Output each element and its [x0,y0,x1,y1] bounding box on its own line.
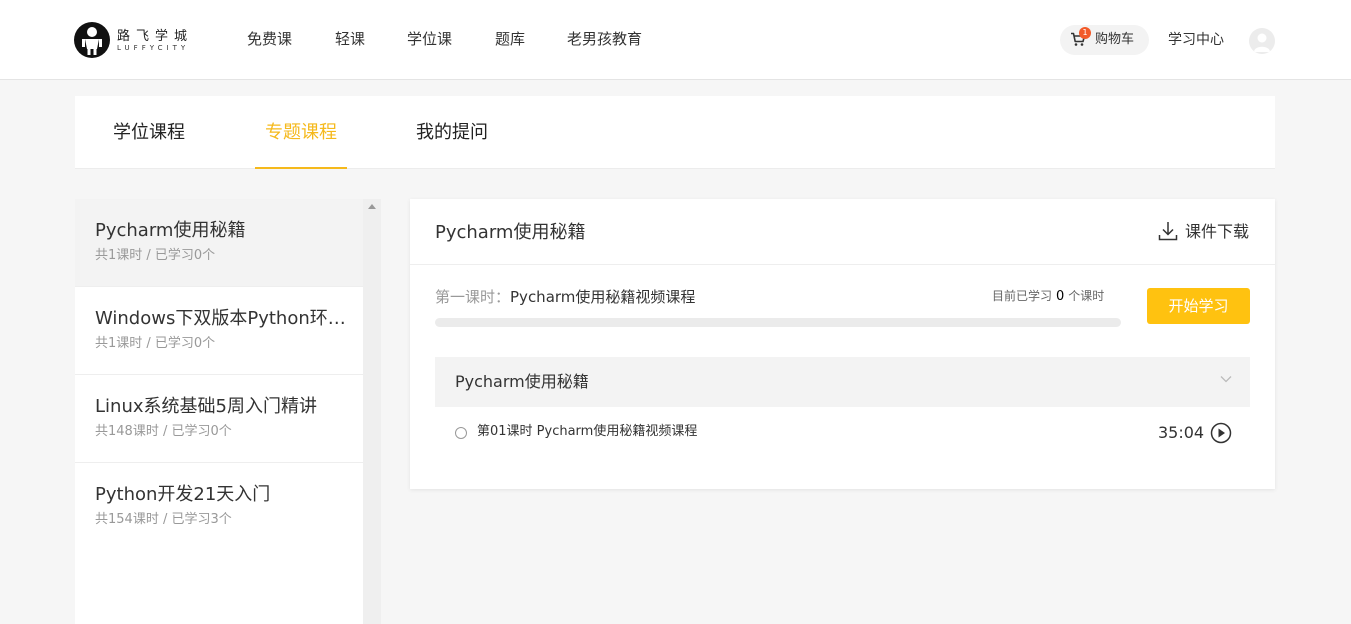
tab-my-questions[interactable]: 我的提问 [416,96,488,169]
course-type-tabs: 学位课程 专题课程 我的提问 [75,96,1275,169]
lesson-duration: 35:04 [1158,423,1205,442]
progress-bar [435,318,1121,327]
user-avatar-icon[interactable] [1249,28,1275,54]
course-meta: 共148课时 / 已学习0个 [95,424,232,439]
active-tab-underline [255,167,347,169]
course-title: Pycharm使用秘籍 [95,220,246,241]
nav-oldboy-education[interactable]: 老男孩教育 [567,29,642,49]
scroll-up-arrow-icon[interactable] [368,204,376,209]
tab-degree-courses[interactable]: 学位课程 [113,96,185,169]
top-header: 路飞学城 LUFFYCITY 免费课 轻课 学位课 题库 老男孩教育 1 购物车… [0,0,1351,80]
nav-free-courses[interactable]: 免费课 [247,29,292,49]
chapter-title: Pycharm使用秘籍 [455,372,589,391]
progress-label-after: 个课时 [1068,289,1105,303]
course-title: Windows下双版本Python环境安装 [95,308,347,329]
cart-label: 购物车 [1095,32,1135,47]
cart-count-badge: 1 [1079,27,1091,39]
luffy-logo-icon [74,22,110,58]
course-list-item[interactable]: Pycharm使用秘籍 共1课时 / 已学习0个 [75,199,363,287]
course-list-item[interactable]: Python开发21天入门 共154课时 / 已学习3个 [75,463,363,551]
current-lesson-prefix: 第一课时： [435,288,511,306]
current-lesson: 第一课时：Pycharm使用秘籍视频课程 [435,287,695,307]
chapter-header[interactable]: Pycharm使用秘籍 [435,357,1250,407]
logo-english-text: LUFFYCITY [117,44,190,52]
download-icon [1158,222,1178,241]
course-detail-title: Pycharm使用秘籍 [435,222,586,243]
course-detail-panel: Pycharm使用秘籍 课件下载 第一课时：Pycharm使用秘籍视频课程 目前… [410,199,1275,489]
tab-label: 学位课程 [113,122,185,143]
progress-label-before: 目前已学习 [992,289,1053,303]
course-meta: 共1课时 / 已学习0个 [95,336,216,351]
lesson-row[interactable]: 第01课时 Pycharm使用秘籍视频课程 35:04 [435,418,1250,448]
panel-header: Pycharm使用秘籍 课件下载 [410,199,1275,265]
tab-label: 我的提问 [416,122,488,143]
cart-button[interactable]: 1 购物车 [1060,25,1149,55]
sidebar-scrollbar[interactable] [363,199,381,624]
nav-light-courses[interactable]: 轻课 [335,29,365,49]
course-list-item[interactable]: Linux系统基础5周入门精讲 共148课时 / 已学习0个 [75,375,363,463]
course-meta: 共154课时 / 已学习3个 [95,512,232,527]
current-lesson-name: Pycharm使用秘籍视频课程 [510,288,696,306]
lesson-status-circle-icon [455,427,467,439]
course-meta: 共1课时 / 已学习0个 [95,248,216,263]
course-title: Linux系统基础5周入门精讲 [95,396,317,417]
start-learning-button[interactable]: 开始学习 [1147,288,1250,324]
nav-degree-courses[interactable]: 学位课 [407,29,452,49]
nav-question-bank[interactable]: 题库 [495,29,525,49]
course-list-sidebar: Pycharm使用秘籍 共1课时 / 已学习0个 Windows下双版本Pyth… [75,199,363,624]
course-title: Python开发21天入门 [95,484,271,505]
lesson-title: 第01课时 Pycharm使用秘籍视频课程 [477,424,698,439]
tab-topic-courses[interactable]: 专题课程 [255,96,347,169]
tab-label: 专题课程 [265,122,337,143]
play-icon[interactable] [1210,422,1232,444]
study-center-link[interactable]: 学习中心 [1168,31,1224,49]
progress-summary: 目前已学习 0 个课时 [992,288,1104,305]
download-label: 课件下载 [1185,222,1250,241]
logo-chinese-text: 路飞学城 [117,29,194,44]
progress-count: 0 [1056,289,1065,304]
chevron-down-icon[interactable] [1220,375,1232,383]
site-logo[interactable]: 路飞学城 LUFFYCITY [74,20,199,60]
course-list-item[interactable]: Windows下双版本Python环境安装 共1课时 / 已学习0个 [75,287,363,375]
